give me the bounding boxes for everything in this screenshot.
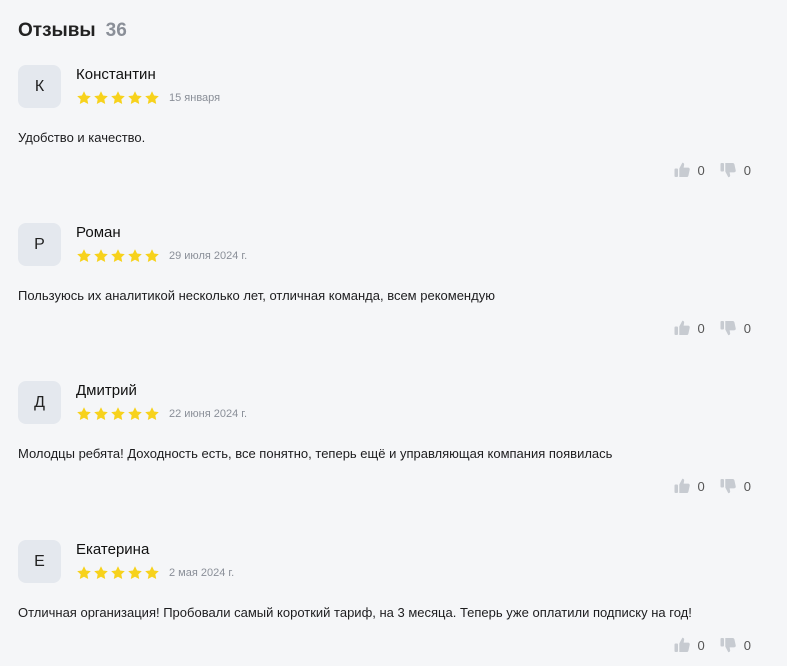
review-text: Отличная организация! Пробовали самый ко… [18,605,692,620]
star-icon [77,91,91,104]
avatar: Д [18,381,61,424]
like-button[interactable]: 0 [673,636,705,654]
dislike-button[interactable]: 0 [719,161,751,179]
thumbs-up-icon [673,636,691,654]
rating-stars [76,565,160,581]
star-icon [111,407,125,420]
star-icon [145,407,159,420]
avatar: Р [18,223,61,266]
reviewer-name: Роман [76,224,121,241]
thumbs-down-icon [719,319,737,337]
star-icon [111,91,125,104]
like-button[interactable]: 0 [673,319,705,337]
thumbs-up-icon [673,161,691,179]
dislike-count: 0 [743,637,751,653]
avatar: Е [18,540,61,583]
star-icon [145,566,159,579]
reviewer-name: Константин [76,66,156,83]
rating-stars [76,248,160,264]
rating-stars [76,90,160,106]
star-icon [128,91,142,104]
rating-stars [76,406,160,422]
thumbs-down-icon [719,477,737,495]
review-date: 29 июля 2024 г. [169,250,248,262]
star-icon [94,566,108,579]
dislike-button[interactable]: 0 [719,636,751,654]
star-icon [128,407,142,420]
star-icon [145,91,159,104]
reviews-title: Отзывы [18,20,96,41]
review-date: 2 мая 2024 г. [169,567,235,579]
like-count: 0 [697,478,705,494]
review-text: Удобство и качество. [18,130,146,145]
star-icon [145,249,159,262]
review-card: Д Дмитрий 22 июня 2024 г. Молодцы ребята… [18,381,751,494]
reviewer-name: Екатерина [76,541,150,558]
reviews-header: Отзывы 36 [18,20,127,42]
star-icon [94,407,108,420]
dislike-count: 0 [743,478,751,494]
review-card: К Константин 15 января Удобство и качест… [18,65,751,178]
review-text: Пользуюсь их аналитикой несколько лет, о… [18,288,495,303]
like-count: 0 [697,320,705,336]
review-text: Молодцы ребята! Доходность есть, все пон… [18,446,613,461]
thumbs-down-icon [719,161,737,179]
star-icon [94,91,108,104]
star-icon [111,566,125,579]
review-card: Р Роман 29 июля 2024 г. Пользуюсь их ана… [18,223,751,336]
like-count: 0 [697,637,705,653]
reviews-count: 36 [105,20,127,41]
star-icon [77,566,91,579]
thumbs-up-icon [673,319,691,337]
reviewer-name: Дмитрий [76,382,137,399]
like-button[interactable]: 0 [673,477,705,495]
star-icon [128,566,142,579]
star-icon [77,407,91,420]
dislike-count: 0 [743,320,751,336]
thumbs-up-icon [673,477,691,495]
avatar: К [18,65,61,108]
like-count: 0 [697,162,705,178]
review-card: Е Екатерина 2 мая 2024 г. Отличная орган… [18,540,751,653]
review-date: 15 января [169,92,221,104]
star-icon [94,249,108,262]
star-icon [111,249,125,262]
star-icon [128,249,142,262]
dislike-button[interactable]: 0 [719,319,751,337]
dislike-count: 0 [743,162,751,178]
star-icon [77,249,91,262]
dislike-button[interactable]: 0 [719,477,751,495]
like-button[interactable]: 0 [673,161,705,179]
review-date: 22 июня 2024 г. [169,408,248,420]
thumbs-down-icon [719,636,737,654]
